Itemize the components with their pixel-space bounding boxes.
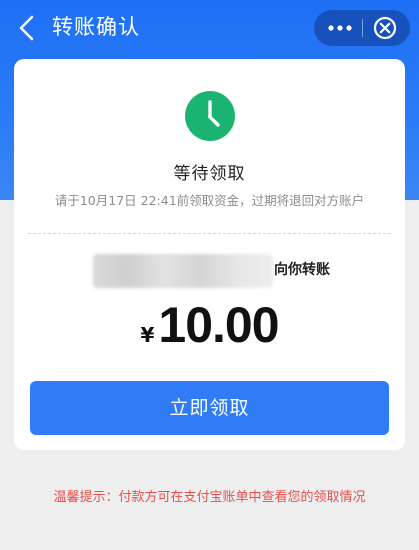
transfer-to-you-text: 向你转账 <box>274 262 330 278</box>
sender-name-blurred <box>93 254 273 288</box>
receive-now-button[interactable]: 立即领取 <box>30 381 389 435</box>
dashed-divider <box>28 233 391 234</box>
chevron-left-icon[interactable] <box>14 14 40 42</box>
close-circle-icon[interactable] <box>363 10 410 46</box>
amount-row: ¥10.00 <box>14 295 405 355</box>
status-description: 请于10月17日 22:41前领取资金，过期将退回对方账户 <box>54 193 365 208</box>
currency-symbol: ¥ <box>140 323 155 347</box>
status-title: 等待领取 <box>173 164 246 184</box>
more-dots-icon[interactable] <box>314 10 362 46</box>
navigation-bar: 转账确认 <box>0 0 419 56</box>
clock-icon <box>185 91 235 141</box>
transfer-amount: 10.00 <box>158 297 279 353</box>
warm-tip: 温馨提示：付款方可在支付宝账单中查看您的领取情况 <box>53 490 366 505</box>
page-title: 转账确认 <box>52 15 140 39</box>
transfer-card: 等待领取 请于10月17日 22:41前领取资金，过期将退回对方账户 向你转账 … <box>14 59 405 450</box>
mini-program-capsule <box>314 10 410 46</box>
